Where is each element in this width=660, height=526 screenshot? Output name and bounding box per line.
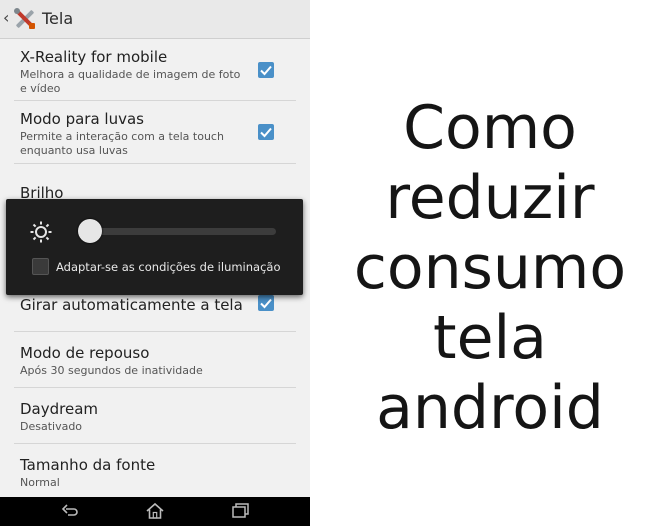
brightness-slider-thumb[interactable] — [77, 219, 102, 243]
setting-daydream[interactable]: Daydream Desativado — [0, 388, 310, 444]
brightness-dialog: Adaptar-se as condições de iluminação — [6, 199, 303, 295]
headline: Como reduzir consumo tela android — [330, 93, 650, 443]
setting-subtitle: Melhora a qualidade de imagem de foto e … — [20, 68, 241, 95]
headline-line: tela — [433, 303, 547, 373]
setting-subtitle: Normal — [20, 476, 60, 489]
setting-title: Tamanho da fonte — [20, 456, 156, 474]
headline-line: consumo — [353, 233, 627, 303]
setting-subtitle: Após 30 segundos de inatividade — [20, 364, 203, 377]
navigation-bar — [0, 497, 310, 526]
recent-apps-icon[interactable] — [229, 501, 251, 521]
adapt-lighting-checkbox[interactable] — [32, 258, 49, 275]
setting-title: Daydream — [20, 400, 99, 418]
brightness-sun-icon — [30, 221, 52, 243]
setting-brightness[interactable]: Brilho — [0, 164, 310, 204]
setting-title: X-Reality for mobile — [20, 48, 168, 66]
glove-mode-checkbox[interactable] — [258, 124, 274, 140]
setting-glove-mode[interactable]: Modo para luvas Permite a interação com … — [0, 101, 310, 164]
setting-x-reality[interactable]: X-Reality for mobile Melhora a qualidade… — [0, 39, 310, 101]
adapt-lighting-label: Adaptar-se as condições de iluminação — [56, 260, 281, 274]
setting-sleep[interactable]: Modo de repouso Após 30 segundos de inat… — [0, 332, 310, 388]
home-icon[interactable] — [144, 501, 166, 521]
screen-title: Tela — [42, 9, 74, 28]
checkmark-icon — [260, 65, 272, 76]
settings-tools-icon[interactable] — [12, 6, 38, 32]
android-display-settings-screen: ‹ Tela X-Reality for mobile Melhora a qu… — [0, 0, 310, 526]
headline-line: android — [376, 373, 604, 443]
headline-line: reduzir — [385, 163, 595, 233]
headline-line: Como — [403, 93, 577, 163]
back-icon[interactable] — [58, 501, 80, 521]
up-navigation-chevron-icon[interactable]: ‹ — [3, 8, 9, 28]
checkmark-icon — [260, 127, 272, 138]
setting-subtitle: Desativado — [20, 420, 83, 433]
x-reality-checkbox[interactable] — [258, 62, 274, 78]
setting-title: Girar automaticamente a tela — [20, 296, 243, 314]
action-bar: ‹ Tela — [0, 0, 310, 39]
setting-auto-rotate[interactable]: Girar automaticamente a tela — [0, 290, 310, 332]
auto-rotate-checkbox[interactable] — [258, 295, 274, 311]
setting-subtitle: Permite a interação com a tela touch enq… — [20, 130, 224, 157]
setting-title: Modo para luvas — [20, 110, 144, 128]
setting-title: Modo de repouso — [20, 344, 150, 362]
setting-font-size[interactable]: Tamanho da fonte Normal — [0, 444, 310, 497]
brightness-slider-track[interactable] — [80, 228, 276, 235]
checkmark-icon — [260, 298, 272, 309]
